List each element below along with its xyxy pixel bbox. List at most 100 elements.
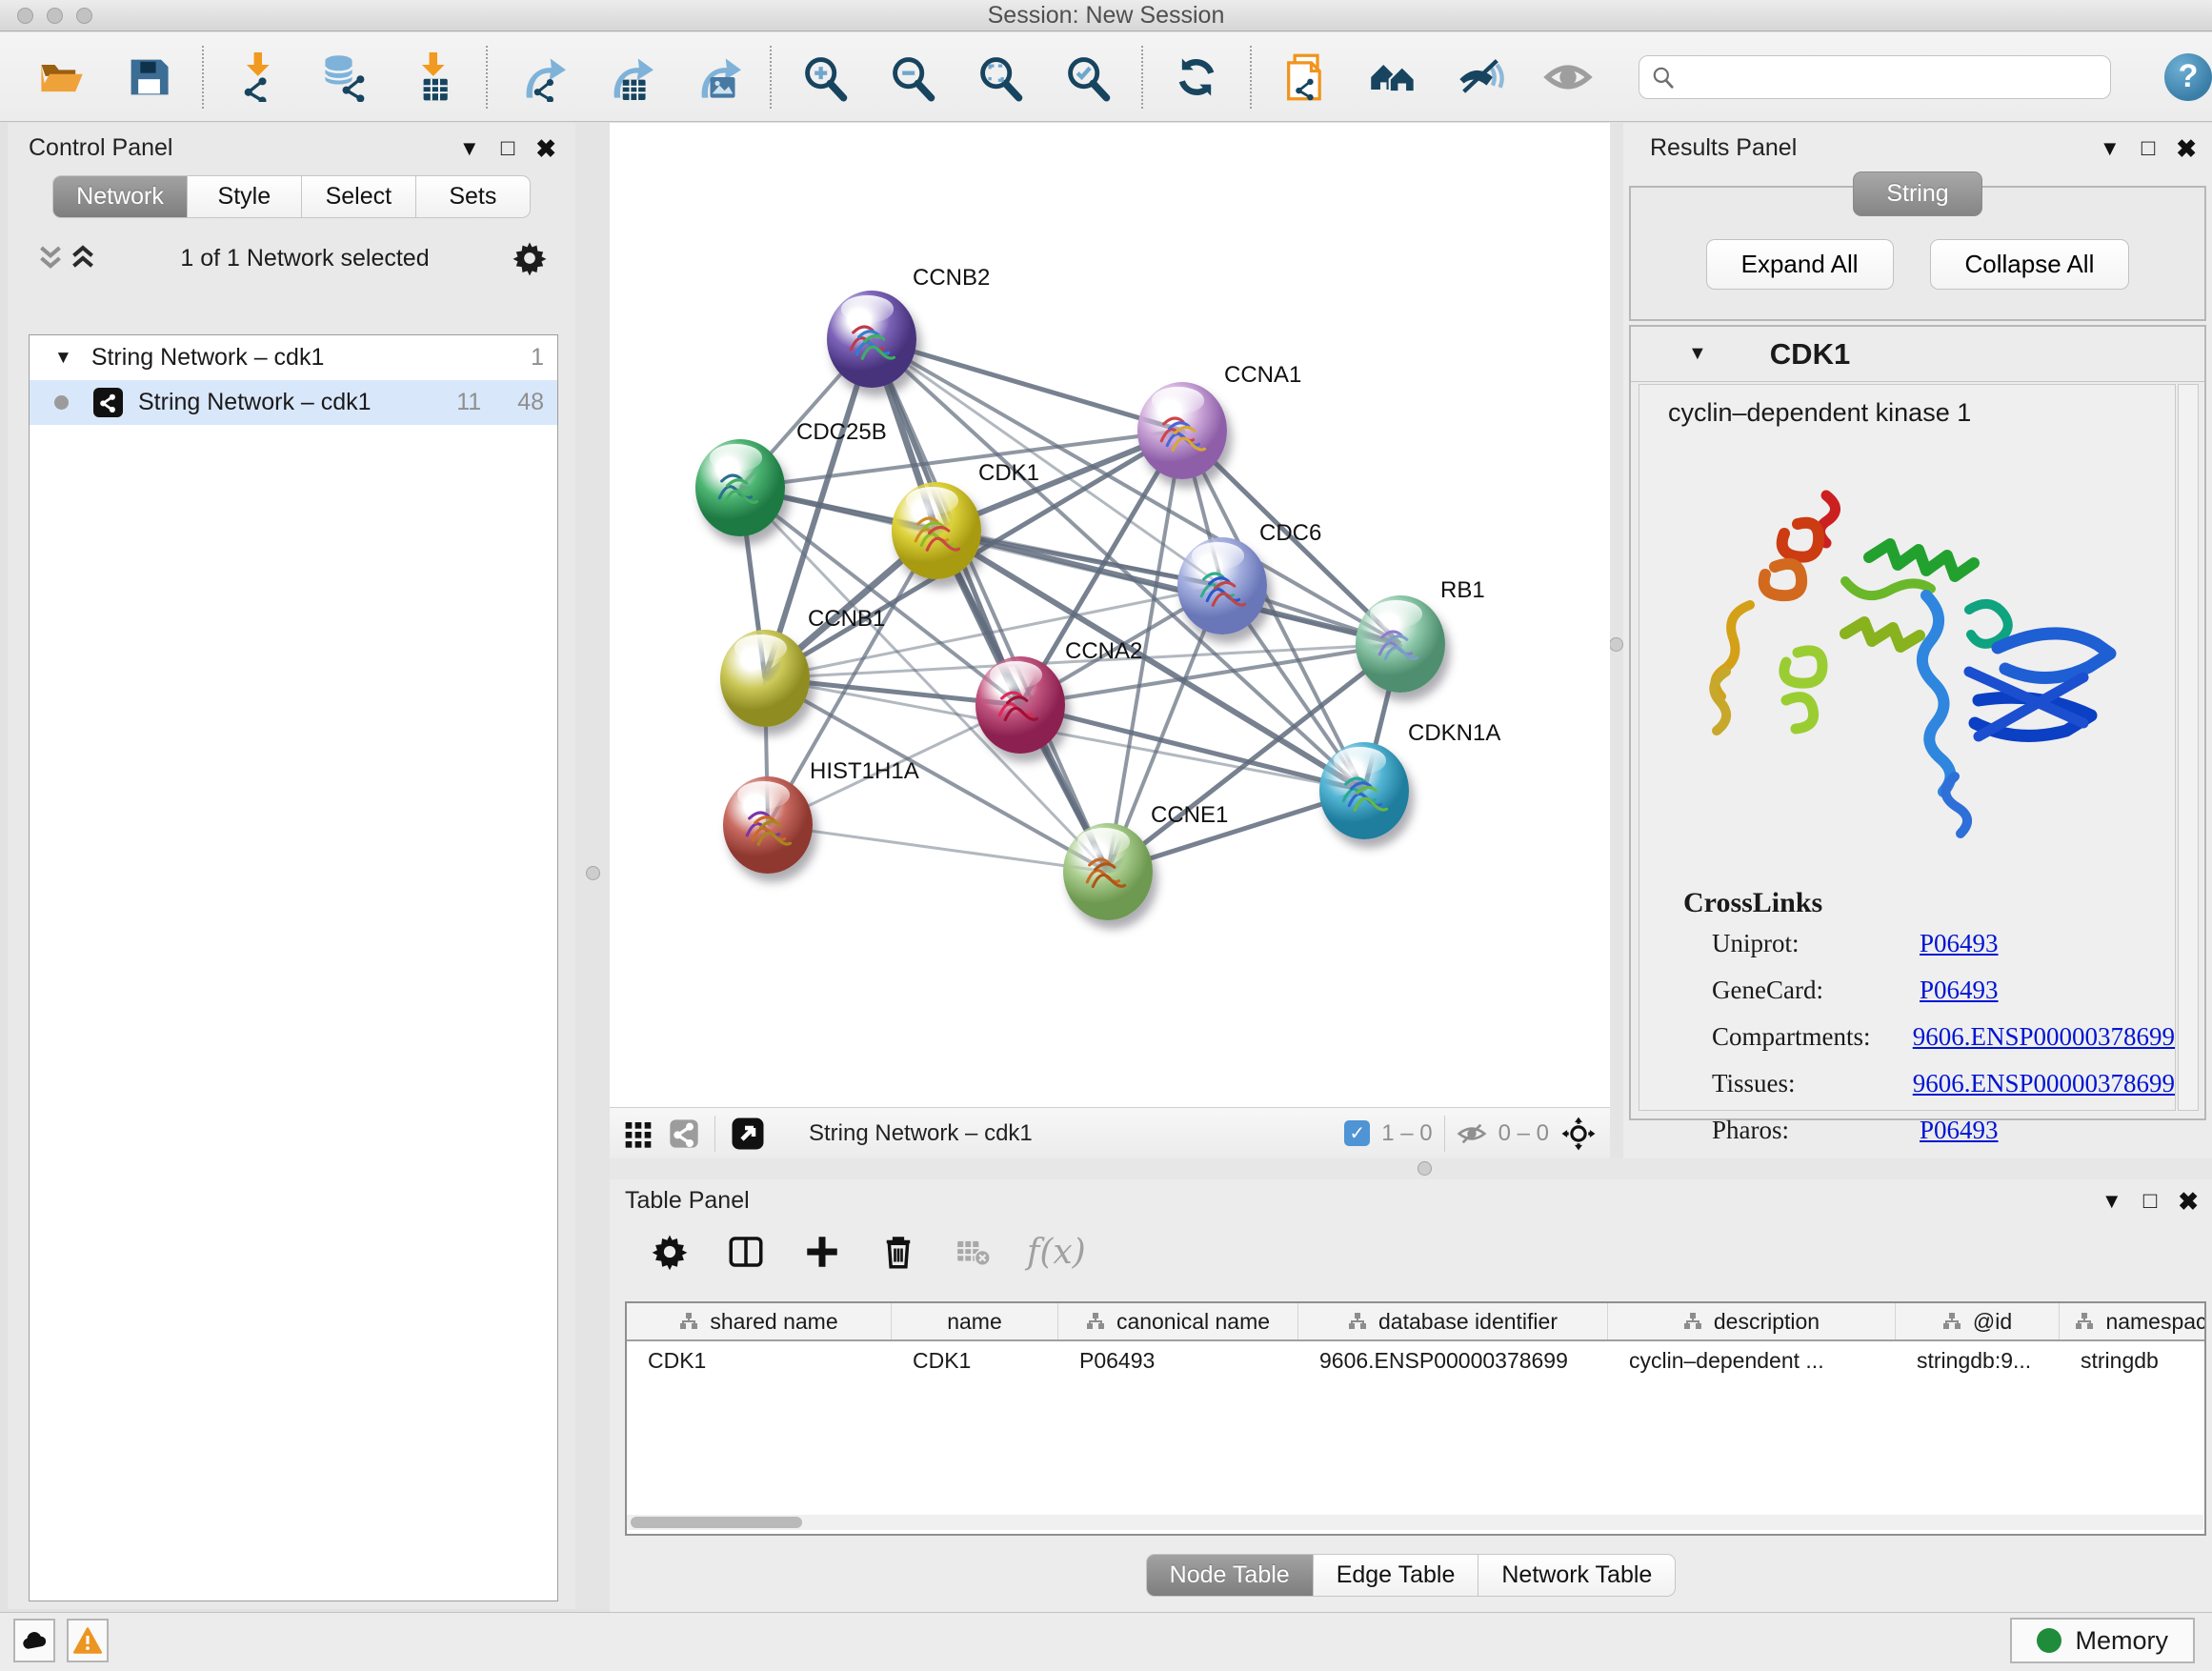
network-options-gear-icon[interactable] bbox=[511, 239, 549, 277]
show-columns-icon[interactable] bbox=[726, 1232, 766, 1272]
open-session-icon[interactable] bbox=[36, 52, 86, 102]
network-node-ccne1[interactable] bbox=[1063, 823, 1153, 920]
network-edge[interactable] bbox=[768, 825, 1108, 872]
control-panel-close-icon[interactable]: ✖ bbox=[535, 136, 556, 161]
export-image-icon[interactable] bbox=[692, 52, 741, 102]
network-view-share-icon[interactable] bbox=[669, 1118, 699, 1149]
table-cell[interactable]: cyclin–dependent ... bbox=[1608, 1341, 1896, 1379]
results-panel-close-icon[interactable]: ✖ bbox=[2176, 136, 2197, 161]
tab-string[interactable]: String bbox=[1853, 171, 1981, 216]
cdk1-section-header[interactable]: ▼ CDK1 bbox=[1631, 327, 2204, 382]
column-header-database-identifier[interactable]: database identifier bbox=[1298, 1303, 1608, 1339]
column-header-namespac[interactable]: namespac bbox=[2060, 1303, 2206, 1339]
help-button[interactable]: ? bbox=[2164, 53, 2212, 101]
network-view[interactable]: CCNB2CCNA1CDC25BCDK1CDC6RB1CCNB1CCNA2CDK… bbox=[610, 123, 1610, 1107]
crosslink-link[interactable]: P06493 bbox=[1920, 929, 1999, 958]
crosslink-link[interactable]: P06493 bbox=[1920, 1116, 1999, 1145]
export-table-icon[interactable] bbox=[604, 52, 654, 102]
network-row[interactable]: String Network – cdk1 11 48 bbox=[30, 380, 557, 425]
collapse-all-button[interactable]: Collapse All bbox=[1930, 239, 2130, 290]
network-node-rb1[interactable] bbox=[1356, 595, 1445, 693]
table-cell[interactable]: CDK1 bbox=[892, 1341, 1058, 1379]
collection-caret-icon[interactable]: ▼ bbox=[54, 348, 72, 369]
delete-column-icon[interactable] bbox=[878, 1232, 918, 1272]
table-cell[interactable]: P06493 bbox=[1058, 1341, 1298, 1379]
zoom-in-icon[interactable] bbox=[800, 52, 850, 102]
import-table-icon[interactable] bbox=[408, 52, 457, 102]
memory-button[interactable]: Memory bbox=[2010, 1618, 2195, 1663]
table-panel-close-icon[interactable]: ✖ bbox=[2178, 1189, 2199, 1214]
expand-all-icon[interactable] bbox=[67, 244, 99, 272]
collapse-all-icon[interactable] bbox=[34, 244, 67, 272]
export-network-icon[interactable] bbox=[516, 52, 566, 102]
right-splitter[interactable] bbox=[1610, 123, 1623, 1158]
bottom-splitter[interactable] bbox=[610, 1158, 2212, 1179]
save-session-icon[interactable] bbox=[124, 52, 173, 102]
column-header--id[interactable]: @id bbox=[1896, 1303, 2060, 1339]
table-panel-menu-icon[interactable]: ▼ bbox=[2101, 1191, 2122, 1212]
network-document-icon[interactable] bbox=[1280, 52, 1330, 102]
tab-edge-table[interactable]: Edge Table bbox=[1314, 1554, 1479, 1597]
network-node-ccna1[interactable] bbox=[1137, 382, 1227, 479]
zoom-selected-icon[interactable] bbox=[1063, 52, 1113, 102]
control-panel-menu-icon[interactable]: ▼ bbox=[459, 138, 480, 159]
tab-node-table[interactable]: Node Table bbox=[1146, 1554, 1314, 1597]
show-details-icon[interactable] bbox=[1543, 52, 1593, 102]
column-header-canonical-name[interactable]: canonical name bbox=[1058, 1303, 1298, 1339]
function-builder-icon[interactable]: f(x) bbox=[1027, 1233, 1086, 1272]
network-node-ccna2[interactable] bbox=[975, 656, 1065, 754]
network-edge[interactable] bbox=[872, 339, 1108, 872]
zoom-fit-icon[interactable] bbox=[975, 52, 1025, 102]
network-node-hist1h1a[interactable] bbox=[723, 776, 813, 874]
import-network-file-icon[interactable] bbox=[232, 52, 282, 102]
hidden-eye-icon[interactable] bbox=[1457, 1118, 1487, 1149]
table-cell[interactable]: 9606.ENSP00000378699 bbox=[1298, 1341, 1608, 1379]
table-cell[interactable]: stringdb bbox=[2060, 1341, 2206, 1379]
left-splitter[interactable] bbox=[575, 123, 610, 1609]
results-scrollbar[interactable] bbox=[2178, 384, 2199, 1111]
network-collection-row[interactable]: ▼ String Network – cdk1 1 bbox=[30, 335, 557, 380]
refresh-icon[interactable] bbox=[1172, 52, 1221, 102]
network-node-ccnb1[interactable] bbox=[720, 630, 810, 727]
table-panel-float-icon[interactable]: □ bbox=[2143, 1190, 2158, 1213]
right-splitter-handle[interactable] bbox=[1609, 637, 1623, 652]
network-node-cdk1[interactable] bbox=[892, 482, 981, 579]
birds-eye-view-icon[interactable] bbox=[731, 1117, 765, 1151]
crosslink-link[interactable]: P06493 bbox=[1920, 976, 1999, 1005]
network-edge[interactable] bbox=[740, 488, 1222, 586]
tab-network-table[interactable]: Network Table bbox=[1478, 1554, 1676, 1597]
delete-table-icon[interactable] bbox=[955, 1234, 991, 1270]
import-network-database-icon[interactable] bbox=[320, 52, 370, 102]
control-panel-float-icon[interactable]: □ bbox=[501, 137, 515, 160]
search-box[interactable] bbox=[1639, 55, 2111, 99]
hide-details-icon[interactable] bbox=[1456, 52, 1505, 102]
results-panel-menu-icon[interactable]: ▼ bbox=[2100, 138, 2121, 159]
section-caret-icon[interactable]: ▼ bbox=[1688, 343, 1707, 365]
tab-select[interactable]: Select bbox=[302, 175, 416, 218]
cloud-button[interactable] bbox=[13, 1619, 55, 1662]
selected-checkbox[interactable]: ✓ bbox=[1344, 1120, 1370, 1146]
search-input[interactable] bbox=[1683, 64, 2099, 91]
expand-all-button[interactable]: Expand All bbox=[1706, 239, 1894, 290]
table-options-gear-icon[interactable] bbox=[650, 1232, 690, 1272]
network-node-cdc6[interactable] bbox=[1177, 537, 1267, 634]
bottom-splitter-handle[interactable] bbox=[1418, 1161, 1432, 1176]
add-column-icon[interactable] bbox=[802, 1232, 842, 1272]
column-header-shared-name[interactable]: shared name bbox=[627, 1303, 892, 1339]
zoom-out-icon[interactable] bbox=[888, 52, 937, 102]
crosslink-link[interactable]: 9606.ENSP00000378699 bbox=[1913, 1022, 2175, 1052]
results-panel-float-icon[interactable]: □ bbox=[2142, 137, 2156, 160]
network-node-cdc25b[interactable] bbox=[695, 439, 785, 536]
grid-view-icon[interactable] bbox=[623, 1118, 654, 1149]
column-header-name[interactable]: name bbox=[892, 1303, 1058, 1339]
table-hscrollbar[interactable] bbox=[627, 1515, 2203, 1530]
tab-style[interactable]: Style bbox=[188, 175, 302, 218]
tab-sets[interactable]: Sets bbox=[416, 175, 531, 218]
left-splitter-handle[interactable] bbox=[586, 866, 600, 880]
houses-icon[interactable] bbox=[1368, 52, 1418, 102]
crosslink-link[interactable]: 9606.ENSP00000378699 bbox=[1913, 1069, 2175, 1098]
network-node-ccnb2[interactable] bbox=[827, 291, 916, 388]
table-hscrollbar-thumb[interactable] bbox=[631, 1517, 802, 1528]
column-header-description[interactable]: description bbox=[1608, 1303, 1896, 1339]
tab-network[interactable]: Network bbox=[52, 175, 188, 218]
